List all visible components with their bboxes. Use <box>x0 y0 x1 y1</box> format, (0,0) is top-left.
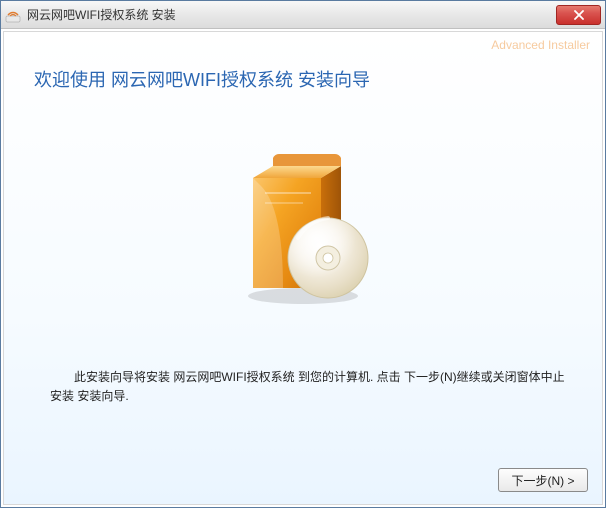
titlebar[interactable]: 网云网吧WIFI授权系统 安装 <box>1 1 605 29</box>
content-area: Advanced Installer 欢迎使用 网云网吧WIFI授权系统 安装向… <box>3 31 603 505</box>
app-icon <box>5 7 21 23</box>
installer-graphic <box>4 148 602 308</box>
next-button[interactable]: 下一步(N) > <box>498 468 588 492</box>
watermark-text: Advanced Installer <box>491 38 590 52</box>
wizard-description: 此安装向导将安装 网云网吧WIFI授权系统 到您的计算机. 点击 下一步(N)继… <box>50 368 572 406</box>
window-title: 网云网吧WIFI授权系统 安装 <box>27 6 556 23</box>
installer-window: 网云网吧WIFI授权系统 安装 Advanced Installer 欢迎使用 … <box>0 0 606 508</box>
close-icon <box>573 10 585 20</box>
box-disc-icon <box>223 148 383 308</box>
close-button[interactable] <box>556 5 601 25</box>
footer: 下一步(N) > <box>4 458 602 504</box>
wizard-heading: 欢迎使用 网云网吧WIFI授权系统 安装向导 <box>34 66 602 92</box>
